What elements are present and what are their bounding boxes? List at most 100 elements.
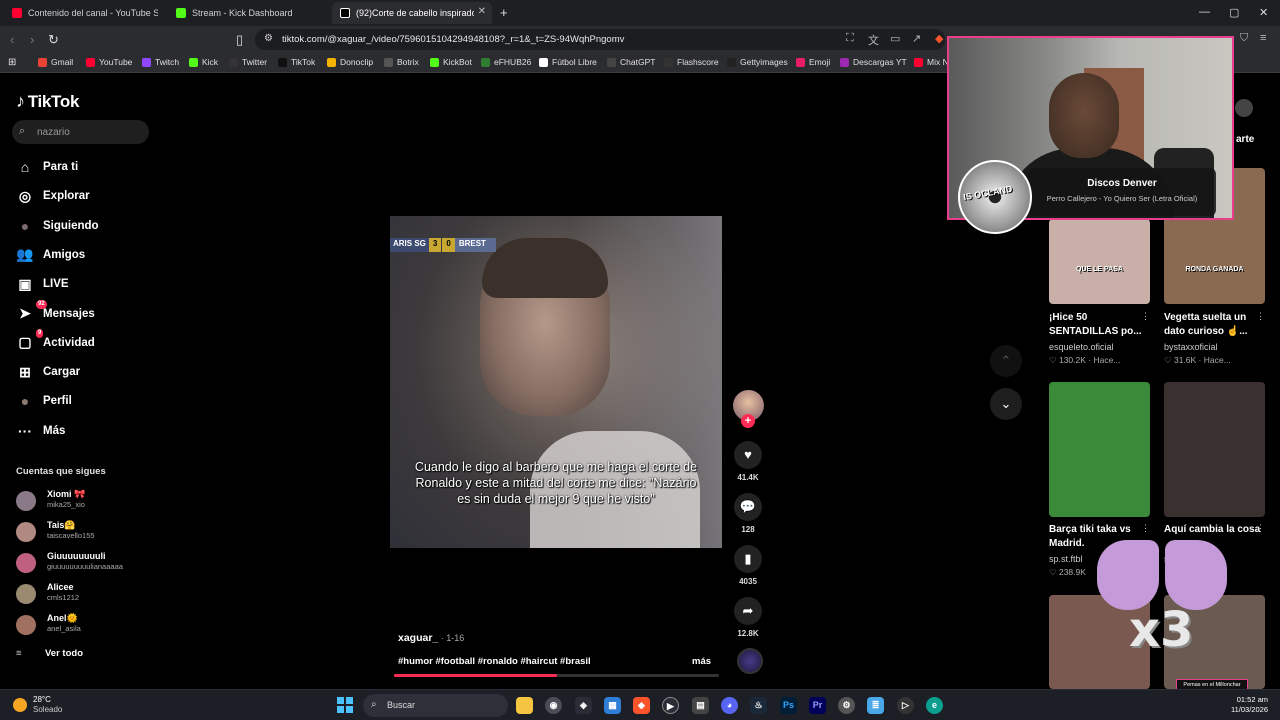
bookmark-item[interactable]: Twitch <box>142 57 179 67</box>
sidebar-item-actividad[interactable]: ▢ 9 Actividad <box>16 328 95 353</box>
bookmark-item[interactable]: Twitter <box>229 57 267 67</box>
recommended-user[interactable]: esqueleto.oficial <box>1049 342 1114 352</box>
video-thumbnail[interactable]: QUE LE PASA <box>1049 219 1150 304</box>
notepad-icon[interactable]: ≣ <box>867 697 884 714</box>
player-icon[interactable]: ▷ <box>897 697 914 714</box>
music-disc-icon[interactable] <box>737 648 763 674</box>
bookmark-item[interactable]: TikTok <box>278 57 315 67</box>
see-all-button[interactable]: ≡ Ver todo <box>16 648 83 659</box>
search-box[interactable]: ⌕ <box>12 120 149 144</box>
url-field[interactable]: ⚙ tiktok.com/@xaguar_/video/759601510429… <box>255 29 945 50</box>
more-options-icon[interactable]: ⋮ <box>1141 523 1150 534</box>
tab-tiktok-video[interactable]: (92)Corte de cabello inspirado ✕ <box>332 2 492 24</box>
sidebar-item-explorar[interactable]: ◎ Explorar <box>16 186 90 206</box>
recommended-title[interactable]: Vegetta suelta un dato curioso ☝... <box>1164 311 1268 339</box>
share-page-icon[interactable]: ↗ <box>912 32 921 45</box>
file-explorer-icon[interactable] <box>516 697 533 714</box>
weather-widget[interactable]: 28°C Soleado <box>13 694 73 718</box>
recommended-user[interactable]: sp.st.ftbl <box>1049 554 1083 564</box>
previous-video-button[interactable]: ⌃ <box>990 345 1022 377</box>
sidebar-item-perfil[interactable]: ● Perfil <box>16 391 72 411</box>
taskbar-search[interactable]: ⌕ Buscar <box>363 694 508 717</box>
sidebar-item-siguiendo[interactable]: ● Siguiendo <box>16 216 99 236</box>
site-info-icon[interactable]: ⚙ <box>264 33 273 44</box>
reload-icon[interactable]: ↻ <box>48 32 59 48</box>
steam-icon[interactable]: ♨ <box>750 697 767 714</box>
search-input[interactable] <box>37 124 142 140</box>
follow-plus-icon[interactable]: + <box>741 414 755 428</box>
brave-icon[interactable]: ◆ <box>633 697 650 714</box>
bookmark-item[interactable]: Fútbol Libre <box>539 57 597 67</box>
bookmark-item[interactable]: Emoji <box>796 57 830 67</box>
share-label[interactable]: arte <box>1236 134 1254 145</box>
sidebar-item-mensajes[interactable]: ➤ 92 Mensajes <box>16 299 95 324</box>
more-options-icon[interactable]: ⋮ <box>1256 311 1265 322</box>
premiere-icon[interactable]: Pr <box>809 697 826 714</box>
edge-icon[interactable]: e <box>926 697 943 714</box>
close-window-icon[interactable]: ✕ <box>1259 6 1268 19</box>
comment-action[interactable]: 💬 128 <box>734 493 762 534</box>
photoshop-icon[interactable]: Ps <box>780 697 797 714</box>
share-arrow-icon[interactable]: ➦ <box>734 597 762 625</box>
calculator-icon[interactable]: ▤ <box>692 697 709 714</box>
hashtags[interactable]: #humor #football #ronaldo #haircut #bras… <box>398 656 591 667</box>
vpn-icon[interactable]: ⛉ <box>1240 32 1248 45</box>
translate-icon[interactable]: 文 <box>868 32 879 48</box>
obs-icon[interactable]: ◈ <box>575 697 592 714</box>
search-icon[interactable]: ⌕ <box>19 125 25 138</box>
bookmark-item[interactable]: Descargas YT <box>840 57 907 67</box>
bookmark-item[interactable]: ChatGPT <box>607 57 655 67</box>
bookmark-item[interactable]: Gmail <box>38 57 73 67</box>
author-name[interactable]: xaguar_ <box>398 632 438 644</box>
bookmark-item[interactable]: Flashscore <box>664 57 719 67</box>
bookmark-item[interactable]: YouTube <box>86 57 132 67</box>
next-video-button[interactable]: ⌄ <box>990 388 1022 420</box>
chrome-icon[interactable]: ◉ <box>545 697 562 714</box>
bookmark-save-icon[interactable]: ▮ <box>734 545 762 573</box>
video-player[interactable]: ARIS SG 3 0 BREST Cuando le digo al barb… <box>390 216 722 548</box>
new-tab-icon[interactable]: + <box>500 5 508 20</box>
more-button[interactable]: más <box>692 656 711 667</box>
video-progress-bar[interactable] <box>394 674 719 677</box>
back-icon[interactable]: ‹ <box>10 32 14 47</box>
close-tab-icon[interactable]: ✕ <box>478 6 486 17</box>
bookmark-item[interactable]: Donoclip <box>327 57 373 67</box>
recommended-title[interactable]: ¡Hice 50 SENTADILLAS po... <box>1049 311 1153 339</box>
tab-kick-dashboard[interactable]: Stream - Kick Dashboard <box>168 2 328 24</box>
bookmark-item[interactable]: eFHUB26 <box>481 57 531 67</box>
settings-icon[interactable]: ⚙ <box>838 697 855 714</box>
bookmark-item[interactable]: Mix N <box>914 57 949 67</box>
sidebar-item-live[interactable]: ▣ LIVE <box>16 274 68 294</box>
share-action[interactable]: ➦ 12.8K <box>734 597 762 638</box>
heart-icon[interactable]: ♥ <box>734 441 762 469</box>
bookmark-item[interactable]: Botrix <box>384 57 419 67</box>
apps-grid-icon[interactable]: ⊞ <box>8 57 16 68</box>
brave-shield-icon[interactable]: ◆ <box>935 32 943 45</box>
menu-icon[interactable]: ≡ <box>1260 32 1266 44</box>
language-icon[interactable] <box>1235 99 1253 117</box>
taskbar-clock[interactable]: 01:52 am 11/03/2026 <box>1224 695 1268 715</box>
sidebar-item-amigos[interactable]: 👥 Amigos <box>16 245 85 265</box>
minimize-icon[interactable]: — <box>1199 6 1210 18</box>
video-thumbnail[interactable] <box>1164 382 1265 517</box>
reader-icon[interactable]: ⛶ <box>846 32 854 45</box>
sidebar-item-cargar[interactable]: ⊞ Cargar <box>16 362 80 382</box>
discord-icon[interactable]: ◕ <box>721 697 738 714</box>
maximize-icon[interactable]: ▢ <box>1229 6 1239 19</box>
like-action[interactable]: ♥ 41.4K <box>734 441 762 482</box>
bookmark-item[interactable]: Kick <box>189 57 218 67</box>
more-options-icon[interactable]: ⋮ <box>1256 523 1265 534</box>
forward-icon[interactable]: › <box>30 32 34 47</box>
cast-icon[interactable]: ▭ <box>890 32 900 45</box>
sidebar-item-para-ti[interactable]: ⌂ Para ti <box>16 157 78 177</box>
video-thumbnail[interactable] <box>1049 382 1150 517</box>
recommended-user[interactable]: bystaxxoficial <box>1164 342 1218 352</box>
bookmark-item[interactable]: KickBot <box>430 57 472 67</box>
media-player-icon[interactable]: ▶ <box>662 697 679 714</box>
bookmark-icon[interactable]: ▯ <box>236 32 243 48</box>
tab-youtube-studio[interactable]: Contenido del canal - YouTube Studio <box>4 2 162 24</box>
save-action[interactable]: ▮ 4035 <box>734 545 762 586</box>
more-options-icon[interactable]: ⋮ <box>1141 311 1150 322</box>
tiktok-logo[interactable]: ♪ TikTok <box>16 91 79 112</box>
bookmark-item[interactable]: Gettyimages <box>727 57 788 67</box>
